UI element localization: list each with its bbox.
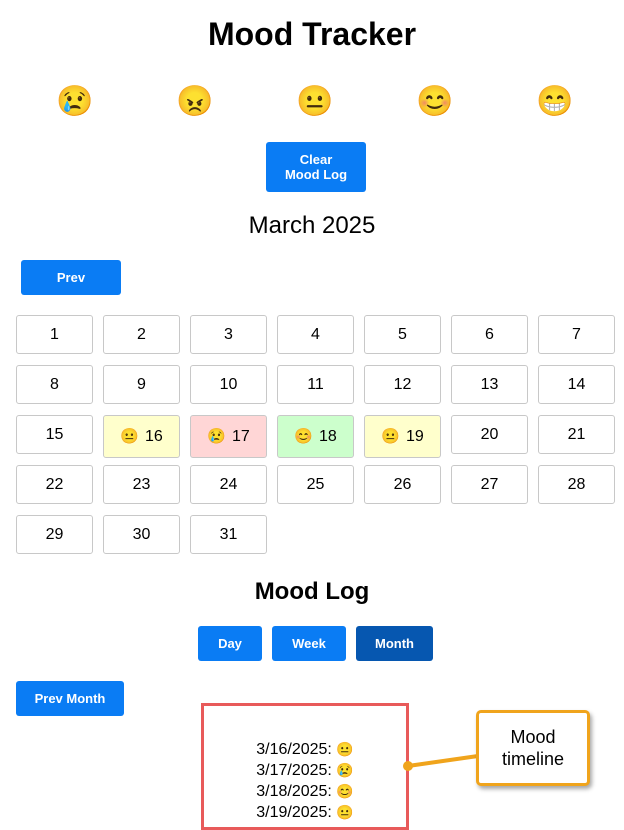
timeline-entry-date: 3/18/2025:: [256, 783, 332, 800]
calendar-day[interactable]: 😢 17: [190, 415, 267, 458]
mood-selector: 😢 😠 😐 😊 😁: [0, 82, 624, 122]
calendar-day-number: 2: [137, 325, 146, 343]
calendar-day-number: 12: [393, 375, 412, 393]
calendar-day-number: 14: [567, 375, 586, 393]
calendar-day[interactable]: 22: [16, 465, 93, 504]
week-view-button[interactable]: Week: [272, 626, 346, 661]
calendar-day-number: 24: [219, 475, 238, 493]
calendar-day-number: 25: [306, 475, 325, 493]
calendar-day-number: 17: [231, 427, 250, 445]
calendar-day[interactable]: 24: [190, 465, 267, 504]
calendar-day[interactable]: 3: [190, 315, 267, 354]
calendar-day-number: 27: [480, 475, 499, 493]
mood-timeline: 3/16/2025: 😐 3/17/2025: 😢 3/18/2025: 😊 3/19…: [201, 703, 409, 830]
calendar-day-number: 21: [567, 425, 586, 443]
sad-tear-face-icon: 😢: [207, 428, 226, 445]
calendar-day-number: 4: [311, 325, 320, 343]
calendar-day[interactable]: 21: [538, 415, 615, 454]
calendar-day-number: 20: [480, 425, 499, 443]
month-view-button[interactable]: Month: [356, 626, 433, 661]
calendar-day[interactable]: 20: [451, 415, 528, 454]
calendar-day[interactable]: 11: [277, 365, 354, 404]
calendar-day[interactable]: 14: [538, 365, 615, 404]
calendar-day[interactable]: 13: [451, 365, 528, 404]
timeline-entry: 3/16/2025: 😐: [204, 739, 406, 760]
calendar-day-number: 5: [398, 325, 407, 343]
calendar-day[interactable]: 25: [277, 465, 354, 504]
calendar-day-number: 15: [45, 425, 64, 443]
prev-month-button[interactable]: Prev: [21, 260, 121, 295]
annotation-callout: Mood timeline: [476, 710, 590, 786]
calendar-day-number: 22: [45, 475, 64, 493]
calendar-day[interactable]: 😐 19: [364, 415, 441, 458]
calendar-day[interactable]: 15: [16, 415, 93, 454]
neutral-face-icon[interactable]: 😐: [295, 82, 335, 122]
timeline-entry-date: 3/16/2025:: [256, 741, 332, 758]
calendar-day[interactable]: 2: [103, 315, 180, 354]
calendar-day[interactable]: 28: [538, 465, 615, 504]
prev-month-log-button[interactable]: Prev Month: [16, 681, 124, 716]
calendar-day[interactable]: 10: [190, 365, 267, 404]
calendar-day[interactable]: 26: [364, 465, 441, 504]
smiling-face-icon: 😊: [294, 428, 313, 445]
timeline-entry: 3/19/2025: 😐: [204, 802, 406, 823]
calendar-day[interactable]: 30: [103, 515, 180, 554]
calendar-day[interactable]: 31: [190, 515, 267, 554]
timeline-entry: 3/17/2025: 😢: [204, 760, 406, 781]
timeline-entry: 3/18/2025: 😊: [204, 781, 406, 802]
calendar-day[interactable]: 27: [451, 465, 528, 504]
timeline-entry-mood-icon: 😐: [336, 741, 354, 757]
callout-label: Mood timeline: [501, 727, 565, 769]
calendar-day[interactable]: 6: [451, 315, 528, 354]
calendar-day[interactable]: 23: [103, 465, 180, 504]
timeline-entry-mood-icon: 😊: [336, 783, 354, 799]
callout-leader-line: [403, 754, 479, 771]
calendar-day-number: 11: [307, 375, 324, 393]
calendar-day-number: 8: [50, 375, 59, 393]
page-title: Mood Tracker: [207, 16, 417, 52]
calendar-day-number: 28: [567, 475, 586, 493]
calendar-day-number: 13: [480, 375, 499, 393]
calendar-day-number: 31: [219, 525, 238, 543]
angry-face-icon[interactable]: 😠: [175, 82, 215, 122]
calendar-day[interactable]: 5: [364, 315, 441, 354]
timeline-entry-date: 3/17/2025:: [256, 762, 332, 779]
calendar-day-number: 1: [50, 325, 59, 343]
smiling-face-icon[interactable]: 😊: [415, 82, 455, 122]
timeline-entry-date: 3/19/2025:: [256, 804, 332, 821]
calendar-day-number: 23: [132, 475, 151, 493]
calendar-day-number: 29: [45, 525, 64, 543]
grinning-face-icon[interactable]: 😁: [535, 82, 575, 122]
calendar-day-number: 3: [224, 325, 233, 343]
calendar-day[interactable]: 1: [16, 315, 93, 354]
calendar-day-number: 10: [219, 375, 238, 393]
calendar-day[interactable]: 9: [103, 365, 180, 404]
timeline-entry-mood-icon: 😐: [336, 804, 354, 820]
calendar-day-number: 30: [132, 525, 151, 543]
clear-mood-log-button[interactable]: Clear Mood Log: [266, 142, 366, 192]
calendar-day[interactable]: 😐 16: [103, 415, 180, 458]
calendar-day[interactable]: 8: [16, 365, 93, 404]
calendar-day-number: 18: [318, 427, 337, 445]
calendar-day[interactable]: 12: [364, 365, 441, 404]
calendar-day-number: 16: [144, 427, 163, 445]
calendar-day[interactable]: 7: [538, 315, 615, 354]
calendar-day[interactable]: 29: [16, 515, 93, 554]
neutral-face-icon: 😐: [120, 428, 139, 445]
calendar-day[interactable]: 😊 18: [277, 415, 354, 458]
calendar-day-number: 6: [485, 325, 494, 343]
calendar-month-label: March 2025: [248, 212, 376, 239]
mood-log-title: Mood Log: [254, 578, 370, 605]
calendar-day-number: 7: [572, 325, 581, 343]
day-view-button[interactable]: Day: [198, 626, 262, 661]
sad-tear-face-icon[interactable]: 😢: [55, 82, 95, 122]
calendar-day-number: 19: [405, 427, 424, 445]
calendar-day-number: 9: [137, 375, 146, 393]
neutral-face-icon: 😐: [381, 428, 400, 445]
timeline-entry-mood-icon: 😢: [336, 762, 354, 778]
calendar-day-number: 26: [393, 475, 412, 493]
calendar-day[interactable]: 4: [277, 315, 354, 354]
